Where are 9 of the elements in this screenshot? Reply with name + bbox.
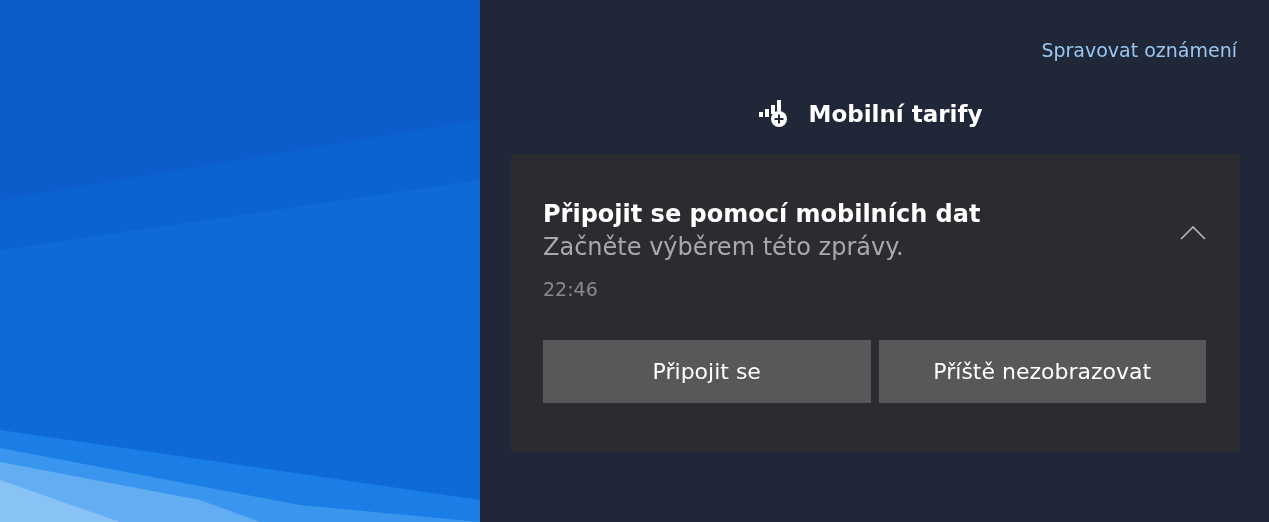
notification-time: 22:46 bbox=[543, 278, 599, 300]
action-button[interactable]: Připojit se bbox=[543, 340, 871, 403]
notification-title: Připojit se pomocí mobilních dat bbox=[543, 199, 981, 230]
group-title: Mobilní tarify bbox=[808, 101, 983, 127]
action-button[interactable]: Příště nezobrazovat bbox=[878, 340, 1206, 403]
notification-body: Začněte výběrem této zprávy. bbox=[543, 232, 905, 263]
notification-card[interactable]: Připojit se pomocí mobilních dat Začněte výběrem této zprávy. 22:46 Připojit se Příště nezobrazovat bbox=[511, 154, 1240, 452]
manage-notifications-link[interactable]: Spravovat oznámení bbox=[1041, 39, 1237, 67]
chevron-icon[interactable] bbox=[1180, 226, 1206, 240]
